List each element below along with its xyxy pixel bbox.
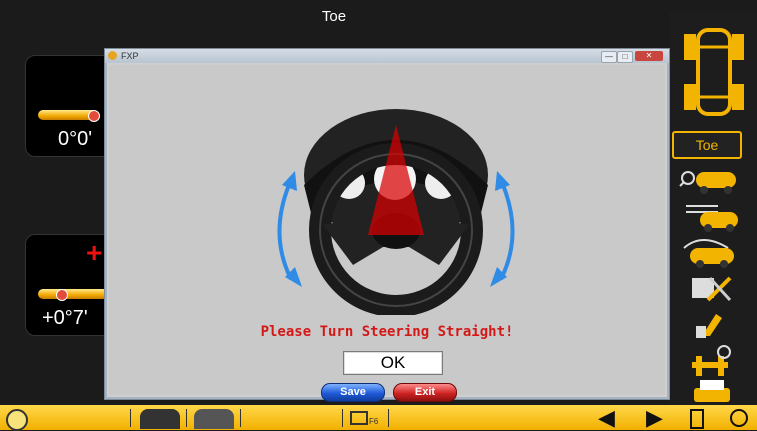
toolbar-divider xyxy=(342,409,343,427)
exit-door-icon[interactable] xyxy=(690,409,704,429)
save-button[interactable]: Save xyxy=(321,383,385,402)
power-icon[interactable] xyxy=(730,409,748,427)
app-icon xyxy=(108,51,117,60)
dialog-title: FXP xyxy=(121,51,139,61)
car-wheel-button[interactable] xyxy=(672,234,740,271)
car-swap-button[interactable] xyxy=(672,198,740,235)
maximize-button[interactable]: □ xyxy=(617,51,633,63)
car-chassis-icon[interactable] xyxy=(680,20,748,124)
bottom-toolbar: F6 ◀ ▶ xyxy=(0,405,757,431)
brake-button[interactable] xyxy=(672,306,740,343)
dialog-titlebar[interactable]: FXP — □ ✕ xyxy=(105,49,669,63)
gauge-marker xyxy=(56,289,68,301)
ok-button[interactable]: OK xyxy=(343,351,443,375)
exit-button[interactable]: Exit xyxy=(393,383,457,402)
monitor-icon xyxy=(350,411,368,425)
car-rear-icon[interactable] xyxy=(194,409,234,429)
instruction-message: Please Turn Steering Straight! xyxy=(260,324,514,340)
steering-dialog: FXP — □ ✕ Please Turn Steering Straight!… xyxy=(104,48,670,402)
toolbar-divider xyxy=(186,409,187,427)
steering-wheel-illustration xyxy=(277,109,515,315)
panel-value: 0°0' xyxy=(58,128,93,150)
gauge-bar xyxy=(38,289,108,299)
close-button[interactable]: ✕ xyxy=(635,51,663,61)
steering-illustration-area: Please Turn Steering Straight! OK Save E… xyxy=(109,65,665,402)
forward-arrow-icon[interactable]: ▶ xyxy=(646,407,663,429)
toolbar-divider xyxy=(240,409,241,427)
page-title: Toe xyxy=(321,8,347,25)
car-view-icon[interactable] xyxy=(140,409,180,429)
wheel-icon[interactable] xyxy=(6,409,28,431)
back-arrow-icon[interactable]: ◀ xyxy=(598,407,615,429)
tools-button[interactable] xyxy=(672,270,740,307)
alignment-app: Toe 0°0' + +0°7' Toe F6 ◀ ▶ FXP — □ ✕ Pl… xyxy=(0,0,757,431)
f6-button[interactable]: F6 xyxy=(350,411,380,427)
toe-button[interactable]: Toe xyxy=(672,131,742,159)
lift-button[interactable] xyxy=(672,342,740,379)
plus-icon: + xyxy=(86,237,103,268)
panel-value: +0°7' xyxy=(42,307,88,329)
gauge-marker xyxy=(88,110,100,122)
toolbar-divider xyxy=(388,409,389,427)
toolbar-divider xyxy=(130,409,131,427)
f6-label: F6 xyxy=(369,417,379,426)
minimize-button[interactable]: — xyxy=(601,51,617,63)
car-magnify-button[interactable] xyxy=(672,162,740,199)
